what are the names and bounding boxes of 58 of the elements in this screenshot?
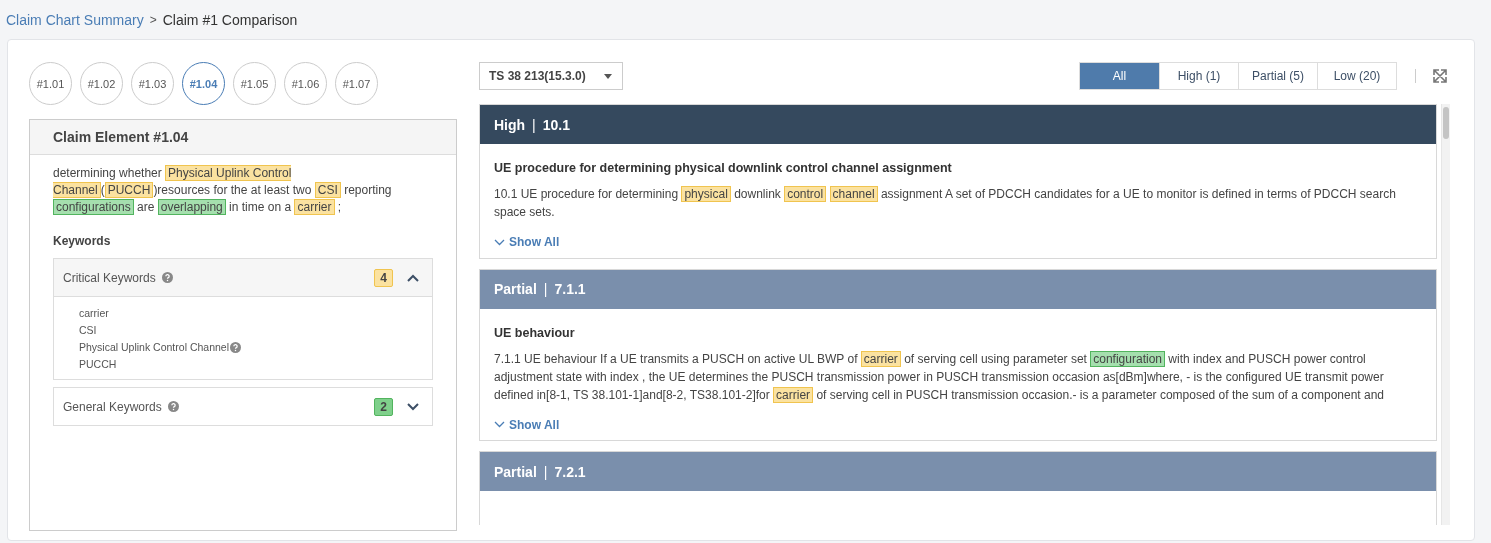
filter-tab[interactable]: All (1080, 63, 1159, 89)
claim-element-button[interactable]: #1.05 (233, 62, 276, 105)
keyword-highlight: overlapping (157, 199, 226, 215)
match-level: High (494, 116, 526, 133)
scrollbar[interactable] (1441, 104, 1450, 525)
breadcrumb-separator: > (149, 13, 157, 27)
chevron-down-icon (494, 421, 505, 428)
match-level: Partial (494, 281, 537, 297)
claim-text: determining whether Physical Uplink Control Channel ( PUCCH )resources for the at least two CSI reporting configurations are overlapping in time on a carrier ; (53, 165, 393, 216)
result-text: 10.1 UE procedure for determining physical downlink control channel assignment A set of PDCCH candidates for a UE to monitor is defined in terms of PDCCH search space sets. (494, 185, 1397, 221)
keyword: Physical Uplink Control Channel (79, 340, 229, 355)
claim-element-button[interactable]: #1.01 (29, 62, 72, 105)
claim-element-button[interactable]: #1.04 (182, 62, 225, 105)
keyword-group-title: General Keywords (63, 399, 162, 414)
panel-title: Claim Element #1.04 (30, 120, 456, 155)
result-title: UE procedure for determining physical downlink control channel assignment (494, 161, 953, 175)
caret-icon (603, 73, 612, 79)
keyword-highlight: PUCCH (104, 182, 154, 198)
keyword-group-header[interactable]: Critical Keywords 4 (54, 259, 432, 297)
section-number: 10.1 (542, 116, 570, 133)
claim-element-button[interactable]: #1.03 (131, 62, 174, 105)
count-badge: 4 (374, 268, 393, 287)
keyword-highlight: configurations (53, 199, 134, 215)
claim-element-button[interactable]: #1.02 (80, 62, 123, 105)
keyword-group-title: Critical Keywords (63, 270, 156, 285)
help-icon (167, 401, 179, 412)
keyword-highlight: channel (829, 186, 878, 202)
chevron-down-icon (494, 238, 505, 246)
show-all-link[interactable]: Show All (494, 417, 560, 432)
spec-dropdown[interactable]: TS 38 213(15.3.0) (479, 62, 623, 90)
claim-element-button[interactable]: #1.07 (335, 62, 378, 105)
keyword-highlight: configuration (1090, 350, 1165, 367)
breadcrumb-current: Claim #1 Comparison (162, 12, 298, 28)
header-separator: | (543, 463, 548, 480)
section-number: 7.1.1 (554, 281, 586, 297)
section-number: 7.2.1 (554, 463, 586, 480)
keyword: CSI (79, 323, 97, 338)
keyword-highlight: control (784, 186, 827, 202)
keyword: carrier (79, 306, 109, 321)
expand-icon[interactable] (1432, 68, 1448, 84)
scroll-thumb[interactable] (1443, 107, 1449, 139)
help-icon (161, 272, 173, 283)
breadcrumb-link[interactable]: Claim Chart Summary (6, 12, 144, 28)
keyword: PUCCH (79, 357, 117, 372)
header-separator: | (532, 116, 536, 133)
match-level: Partial (494, 463, 537, 480)
header-separator: | (543, 281, 548, 297)
result-text: 7.1.1 UE behaviour If a UE transmits a PUSCH on active UL BWP of carrier of serving cell using parameter set configuration with index and PUSCH power control adjustment state with index , the UE determines the PUSCH transmission power in PUSCH transmission occasion as[dBm]where, - is the configured UE transmit power defined in[8-1, TS 38.101-1]and[8-2, TS38.101-2]for carrier of serving cell in PUSCH transmission occasion.- is a parameter composed of the sum of a component and (494, 349, 1386, 404)
keyword-highlight: CSI (314, 182, 341, 198)
keyword-highlight: physical (681, 186, 731, 202)
keyword-highlight: carrier (860, 350, 901, 367)
result-title: UE behaviour (494, 325, 576, 340)
keyword-highlight: carrier (294, 199, 335, 215)
claim-element-button[interactable]: #1.06 (284, 62, 327, 105)
count-badge: 2 (374, 397, 393, 416)
section-heading: Keywords (53, 234, 112, 248)
keyword-highlight: carrier (773, 386, 814, 403)
show-all-link[interactable]: Show All (494, 235, 560, 249)
